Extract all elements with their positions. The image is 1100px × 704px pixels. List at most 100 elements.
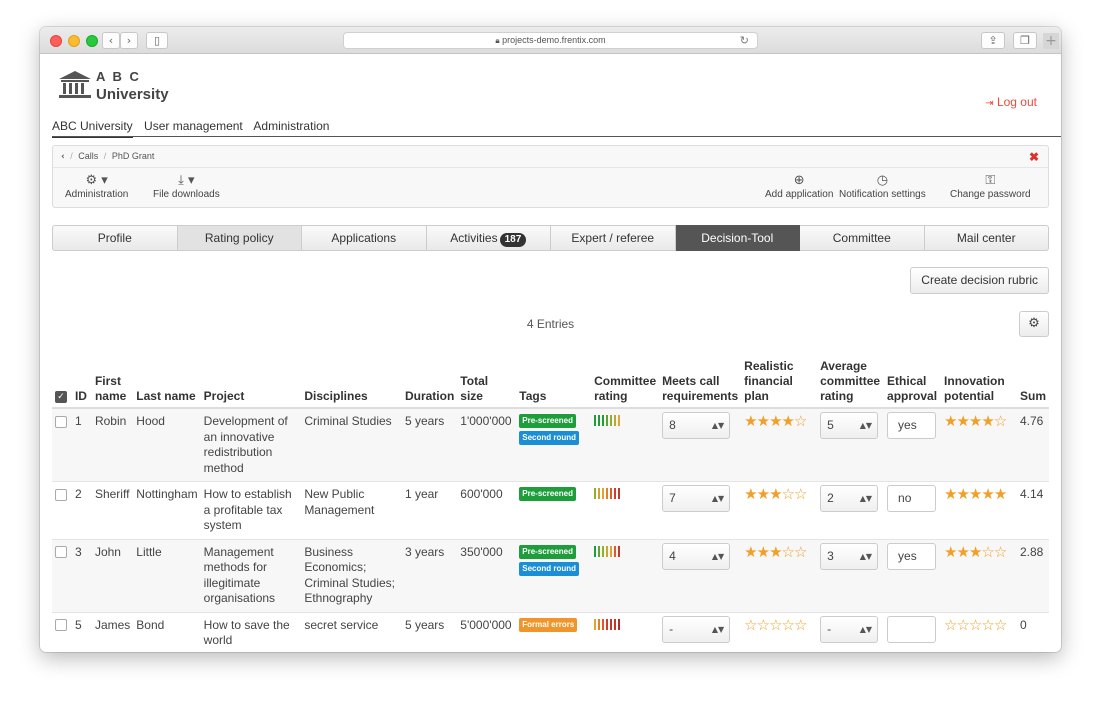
- share-icon[interactable]: ⇪: [981, 32, 1005, 49]
- close-window-button[interactable]: [50, 35, 62, 47]
- col-innovation-potential[interactable]: Innovation potential: [941, 357, 1017, 409]
- financial-plan-stars[interactable]: ★★★★☆: [744, 412, 807, 430]
- tab-mail-center[interactable]: Mail center: [924, 225, 1049, 251]
- logout-link[interactable]: ⇥ Log out: [985, 95, 1037, 109]
- ethical-approval-field[interactable]: [887, 615, 937, 643]
- row-checkbox[interactable]: [55, 546, 67, 559]
- meets-requirements-select[interactable]: 7 ▲▼: [662, 485, 731, 512]
- tab-applications[interactable]: Applications: [302, 225, 427, 251]
- col-project[interactable]: Project: [200, 357, 302, 409]
- minimize-window-button[interactable]: [68, 35, 80, 47]
- add-application-button[interactable]: ⊕ Add application: [765, 173, 833, 200]
- tabs-overview-icon[interactable]: ❐: [1013, 32, 1037, 49]
- ethical-approval-field[interactable]: yes: [887, 412, 937, 439]
- innovation-potential-stars[interactable]: ★★★★★: [944, 485, 1007, 503]
- col-id[interactable]: ID: [71, 357, 92, 409]
- logo-line2: University: [96, 86, 169, 103]
- close-icon[interactable]: ✖: [1029, 150, 1039, 164]
- tab-label: Rating policy: [204, 231, 274, 245]
- ethical-approval-field[interactable]: no: [887, 485, 937, 512]
- committee-rating-bars: [594, 488, 621, 499]
- col-meets-requirements[interactable]: Meets call requirements: [659, 357, 742, 409]
- innovation-potential-stars[interactable]: ☆☆☆☆☆: [944, 616, 1007, 634]
- tab-rating-policy[interactable]: Rating policy: [177, 225, 302, 251]
- address-bar[interactable]: 🔒︎ projects-demo.frentix.com ↻: [343, 32, 758, 49]
- row-checkbox[interactable]: [55, 488, 67, 501]
- average-rating-select[interactable]: 3 ▲▼: [820, 542, 879, 570]
- cell-duration: 5 years: [404, 414, 445, 428]
- file-downloads-menu[interactable]: ⤓ ▾ File downloads: [153, 173, 220, 200]
- ethical-approval-field[interactable]: yes: [887, 542, 937, 570]
- cell-project[interactable]: Development of an innovative redistribut…: [204, 414, 288, 475]
- notification-settings-button[interactable]: ◷ Notification settings: [839, 173, 926, 200]
- financial-plan-stars[interactable]: ☆☆☆☆☆: [744, 616, 807, 634]
- nav-user-management[interactable]: User management: [144, 119, 243, 133]
- tab-expert-referee[interactable]: Expert / referee: [551, 225, 676, 251]
- table-settings-gear-icon[interactable]: ⚙: [1019, 311, 1049, 337]
- col-ethical-approval[interactable]: Ethical approval: [884, 357, 942, 409]
- col-total-size[interactable]: Total size: [457, 357, 517, 409]
- nav-administration[interactable]: Administration: [253, 119, 329, 133]
- zoom-window-button[interactable]: [86, 35, 98, 47]
- row-checkbox[interactable]: [55, 619, 67, 632]
- key-icon: ⚿: [985, 173, 996, 188]
- administration-menu[interactable]: ⚙ ▾ Administration: [65, 173, 128, 200]
- rating-bar: [610, 618, 613, 630]
- col-disciplines[interactable]: Disciplines: [301, 357, 402, 409]
- col-duration[interactable]: Duration: [401, 357, 458, 409]
- tab-label: Decision-Tool: [701, 231, 774, 245]
- forward-icon[interactable]: ›: [120, 32, 138, 49]
- rating-bar: [606, 415, 609, 426]
- cell-duration: 3 years: [404, 544, 445, 559]
- sidebar-toggle-icon[interactable]: ▯: [146, 32, 168, 49]
- meets-requirements-select[interactable]: - ▲▼: [662, 615, 731, 643]
- download-icon: ⤓ ▾: [178, 173, 195, 188]
- col-financial-plan[interactable]: Realistic financial plan: [741, 357, 818, 409]
- committee-rating-bars: [594, 415, 621, 426]
- row-checkbox[interactable]: [55, 415, 67, 428]
- average-rating-select[interactable]: - ▲▼: [820, 615, 879, 643]
- innovation-potential-stars[interactable]: ★★★★☆: [944, 412, 1007, 430]
- col-last-name[interactable]: Last name: [133, 357, 201, 409]
- cell-last-name: Nottingham: [136, 487, 198, 501]
- select-arrows-icon: ▲▼: [859, 624, 873, 634]
- lock-icon: 🔒︎: [495, 36, 500, 45]
- select-value: 5: [827, 418, 834, 432]
- col-first-name[interactable]: First name: [91, 357, 134, 409]
- rating-bar: [606, 618, 609, 630]
- financial-plan-stars[interactable]: ★★★☆☆: [744, 485, 807, 503]
- change-password-button[interactable]: ⚿ Change password: [950, 173, 1031, 200]
- meets-requirements-select[interactable]: 8 ▲▼: [662, 412, 731, 439]
- select-arrows-icon: ▲▼: [859, 551, 873, 561]
- breadcrumb-calls[interactable]: Calls: [78, 151, 98, 161]
- innovation-potential-stars[interactable]: ★★★☆☆: [944, 543, 1007, 561]
- average-rating-select[interactable]: 5 ▲▼: [820, 412, 879, 439]
- cell-total-size: 600'000: [460, 487, 503, 501]
- col-tags[interactable]: Tags: [516, 357, 592, 409]
- rating-bar: [594, 415, 597, 426]
- col-sum[interactable]: Sum: [1016, 357, 1049, 409]
- financial-plan-stars[interactable]: ★★★☆☆: [744, 543, 807, 561]
- select-all-checkbox[interactable]: ✓: [55, 390, 67, 403]
- tab-activities[interactable]: Activities 187: [426, 225, 551, 251]
- cell-project[interactable]: How to save the world: [204, 618, 290, 648]
- new-tab-icon[interactable]: +: [1043, 33, 1059, 49]
- tab-profile[interactable]: Profile: [52, 225, 178, 251]
- average-rating-select[interactable]: 2 ▲▼: [820, 485, 879, 512]
- rating-bar: [594, 545, 597, 557]
- col-committee-rating[interactable]: Committee rating: [591, 357, 660, 409]
- meets-requirements-select[interactable]: 4 ▲▼: [662, 542, 731, 570]
- rating-bar: [606, 545, 609, 557]
- gears-icon: ⚙ ▾: [85, 173, 108, 188]
- tab-committee[interactable]: Committee: [800, 225, 925, 251]
- create-decision-rubric-button[interactable]: Create decision rubric: [910, 267, 1049, 294]
- tab-decision-tool[interactable]: Decision-Tool: [675, 225, 800, 251]
- breadcrumb-back-icon[interactable]: ‹: [61, 152, 65, 162]
- cell-project[interactable]: Management methods for illegitimate orga…: [204, 545, 275, 606]
- select-value: 8: [669, 418, 676, 432]
- reload-icon[interactable]: ↻: [740, 33, 749, 48]
- cell-id: 3: [74, 544, 82, 559]
- cell-project[interactable]: How to establish a profitable tax system: [204, 487, 292, 532]
- back-icon[interactable]: ‹: [102, 32, 120, 49]
- col-average-rating[interactable]: Average committee rating: [817, 357, 885, 409]
